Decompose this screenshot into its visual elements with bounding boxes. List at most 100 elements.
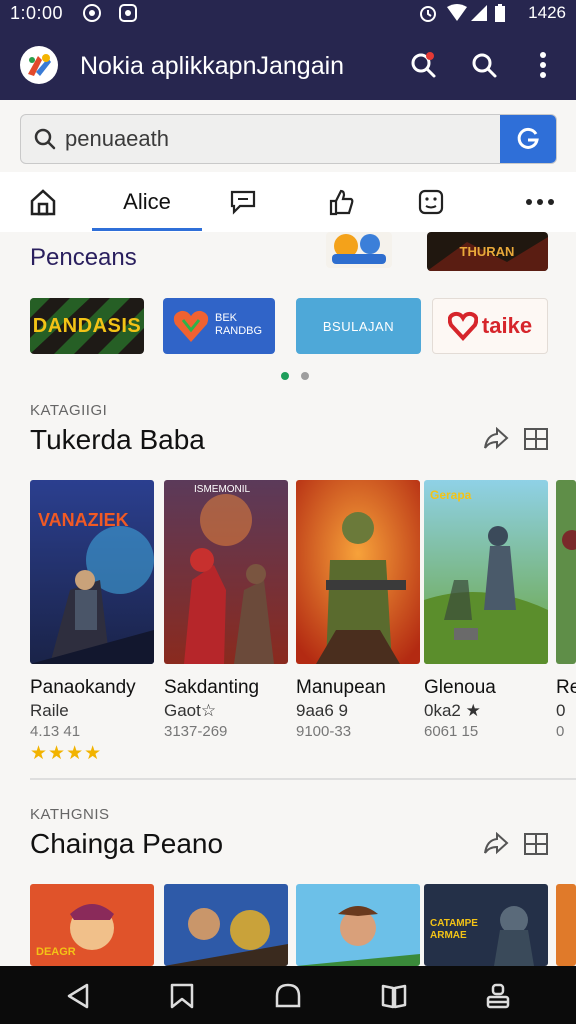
section2-category: KATHGNIS (30, 806, 110, 823)
game-card-2[interactable]: CATAMPE ARMAE (424, 884, 548, 966)
tab-more[interactable] (520, 172, 560, 232)
notifications-search-button[interactable] (406, 48, 440, 82)
banner-heart-logo-icon (173, 310, 209, 342)
game-card-art-title: VANAZIEK (38, 510, 129, 530)
grid-icon (524, 833, 548, 855)
banner-bek-label: BEK RANDBG (215, 312, 263, 337)
book-icon (381, 984, 407, 1009)
search-alert-icon (411, 52, 436, 78)
game-card-meta: 3137-269 (164, 723, 228, 740)
game-card-partial[interactable]: Re 0 0 (556, 480, 576, 742)
banner-taike-label: taike (481, 313, 533, 338)
search-input[interactable] (65, 115, 495, 163)
nav-back-button[interactable] (60, 978, 96, 1014)
game-card-2-art-title: CATAMPE ARMAE (430, 918, 478, 941)
signal-icon (470, 3, 490, 23)
game-card-art[interactable] (296, 480, 420, 664)
face-icon (418, 189, 444, 215)
home-circle-icon (275, 983, 301, 1008)
app-logo-icon[interactable] (20, 46, 58, 84)
share-arrow-icon (484, 832, 509, 855)
game-card-art[interactable]: VANAZIEK (30, 480, 154, 664)
notification-icon (82, 3, 102, 23)
game-card-subtitle: Gaot☆ (164, 701, 217, 720)
game-card-meta: 4.13 41 (30, 723, 81, 740)
banner-taike[interactable]: taike (432, 298, 548, 354)
more-horizontal-icon (526, 199, 554, 205)
section1-title: Tukerda Baba (30, 424, 205, 455)
game-card-subtitle: Raile (30, 701, 69, 720)
banner-dandasis-label: DANDASIS (32, 314, 142, 337)
game-card-art[interactable]: Gerapa (424, 480, 548, 664)
game-card-meta: 0 (556, 723, 565, 740)
nav-library-button[interactable] (376, 978, 412, 1014)
game-card-name: Sakdanting (164, 677, 260, 698)
wifi-icon (446, 3, 467, 23)
app-notification-icon (118, 3, 138, 23)
game-card-2[interactable] (164, 884, 288, 966)
nav-account-button[interactable] (480, 978, 516, 1014)
game-card-2[interactable] (296, 884, 420, 966)
status-time: 1:0:00 (10, 3, 64, 23)
carousel-dot-active[interactable] (281, 372, 289, 380)
tab-messages[interactable] (220, 172, 266, 232)
tab-home[interactable] (20, 172, 66, 232)
overflow-menu-button[interactable] (526, 48, 560, 82)
share-arrow-icon (484, 427, 509, 450)
google-search-button[interactable] (500, 115, 556, 163)
section1-category: KATAGIIGI (30, 402, 108, 419)
svg-text:THURAN: THURAN (460, 244, 515, 259)
search-bar (20, 114, 557, 164)
game-card-subtitle: 9aa6 9 (296, 701, 348, 720)
google-icon (517, 127, 539, 149)
game-card-art[interactable] (556, 480, 576, 664)
banner-bek-randbg[interactable]: BEK RANDBG (163, 298, 275, 354)
carousel-dot[interactable] (301, 372, 309, 380)
app-title: Nokia aplikkapnJangain (80, 52, 345, 80)
tab-ranking[interactable] (318, 172, 364, 232)
status-bar: 1:0:00 1426 (0, 0, 576, 28)
game-card-subtitle: 0ka2 ★ (424, 701, 481, 720)
tab-alice-label: Alice (123, 189, 171, 214)
section1-share-button[interactable] (482, 425, 510, 453)
thumbs-up-icon (329, 189, 354, 216)
chat-icon (230, 190, 256, 215)
search-icon (472, 53, 497, 78)
section1-grid-button[interactable] (522, 425, 550, 453)
alarm-icon (418, 3, 438, 23)
nav-home-button[interactable] (270, 978, 306, 1014)
banner-bsulajan-label: BSULAJAN (322, 318, 395, 334)
search-button[interactable] (467, 48, 501, 82)
game-card-meta: 6061 15 (424, 723, 479, 740)
heart-icon (447, 311, 478, 341)
game-card-name: Re (556, 677, 576, 698)
game-card-stars: ★★★★ (30, 743, 103, 764)
top-bar: 1:0:00 1426 Nokia aplikkapnJangain (0, 0, 576, 100)
search-icon (33, 127, 57, 156)
battery-icon (494, 3, 514, 23)
tab-bar: Alice (0, 172, 576, 232)
game-card-2[interactable]: DEAGR (30, 884, 154, 966)
featured-thumb-1[interactable] (326, 232, 392, 268)
nav-bookmark-button[interactable] (164, 978, 200, 1014)
system-nav-bar (0, 966, 576, 1024)
screen: 1:0:00 1426 Nokia aplikkapnJangain penua… (0, 0, 576, 1024)
tab-profile[interactable] (408, 172, 454, 232)
banner-dandasis[interactable]: DANDASIS (30, 298, 144, 354)
section2-grid-button[interactable] (522, 830, 550, 858)
back-triangle-icon (67, 983, 89, 1009)
game-card[interactable]: ISMEMONIL Sakdanting Gaot☆ 3137-269 (164, 480, 288, 742)
app-bar: Nokia aplikkapnJangain (0, 36, 576, 96)
game-card-2-partial[interactable] (556, 884, 576, 966)
game-card[interactable]: Gerapa Glenoua 0ka2 ★ 6061 15 (424, 480, 548, 742)
game-card-art[interactable]: ISMEMONIL (164, 480, 288, 664)
game-card[interactable]: Manupean 9aa6 9 9100-33 (296, 480, 420, 742)
banner-bsulajan[interactable]: BSULAJAN (296, 298, 421, 354)
featured-thumb-2[interactable]: THURAN (427, 232, 548, 271)
game-card[interactable]: VANAZIEK Panaokandy Raile 4.13 41 ★★★★ (30, 480, 154, 765)
status-clock-right: 1426 (528, 3, 566, 22)
tab-alice[interactable]: Alice (92, 172, 202, 232)
section2-title: Chainga Peano (30, 828, 224, 859)
section2-share-button[interactable] (482, 830, 510, 858)
tab-active-indicator (92, 228, 202, 231)
